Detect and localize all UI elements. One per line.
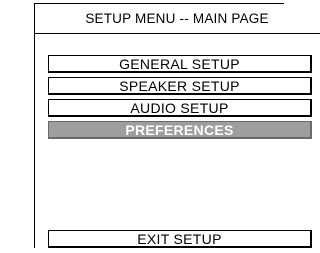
- menu-item-speaker-setup[interactable]: SPEAKER SETUP: [48, 77, 312, 95]
- setup-menu-window: SETUP MENU -- MAIN PAGE GENERAL SETUP SP…: [0, 0, 320, 253]
- exit-setup-button[interactable]: EXIT SETUP: [48, 230, 312, 248]
- menu-item-audio-setup[interactable]: AUDIO SETUP: [48, 99, 312, 117]
- page-title: SETUP MENU -- MAIN PAGE: [85, 11, 269, 26]
- menu-item-general-setup[interactable]: GENERAL SETUP: [48, 55, 312, 73]
- title-bar: SETUP MENU -- MAIN PAGE: [34, 3, 320, 34]
- menu-item-preferences[interactable]: PREFERENCES: [48, 121, 312, 139]
